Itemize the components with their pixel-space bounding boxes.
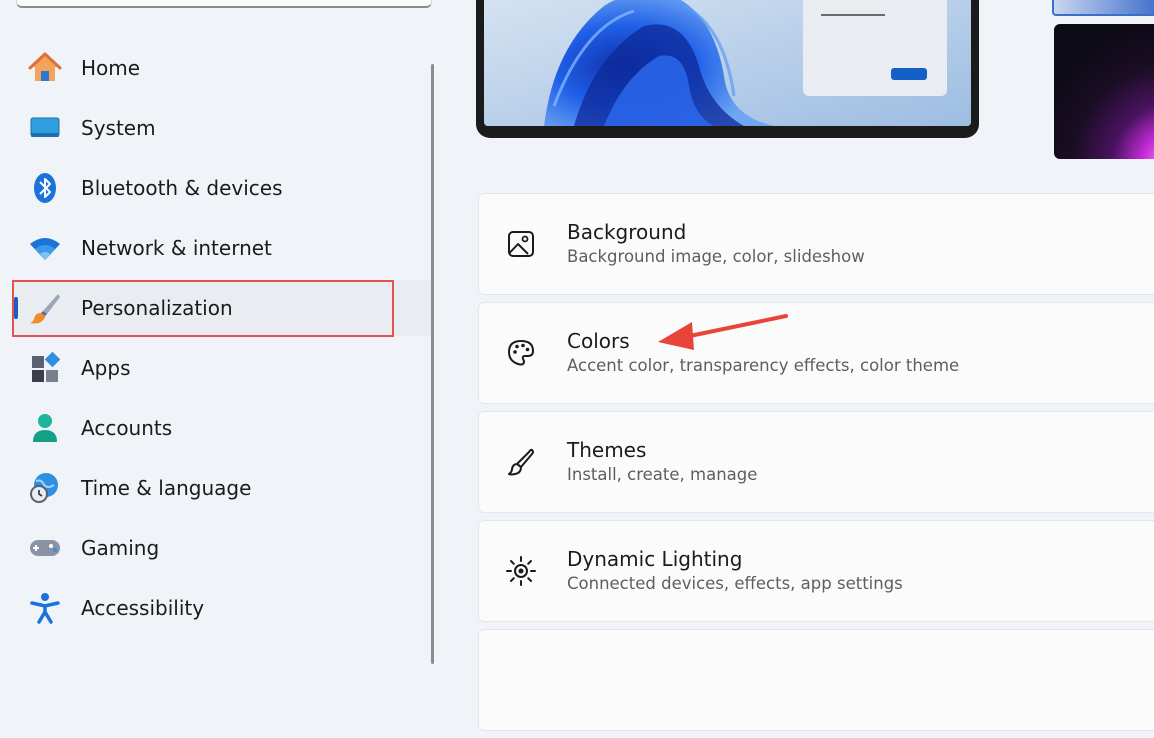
setting-colors[interactable]: Colors Accent color, transparency effect…	[478, 302, 1154, 404]
paintbrush-icon	[28, 291, 62, 325]
sidebar-item-label: Time & language	[81, 476, 252, 500]
sidebar-item-gaming[interactable]: Gaming	[14, 520, 432, 576]
accessibility-icon	[28, 591, 62, 625]
sidebar-item-bluetooth[interactable]: Bluetooth & devices	[14, 160, 432, 216]
personalization-settings-list: Background Background image, color, slid…	[478, 193, 1154, 738]
image-icon	[505, 228, 537, 260]
sidebar-item-label: System	[81, 116, 156, 140]
sidebar-item-time-language[interactable]: Time & language	[14, 460, 432, 516]
active-indicator	[14, 297, 18, 319]
setting-title: Colors	[567, 329, 630, 353]
wifi-icon	[28, 231, 62, 265]
theme-thumbnail-selected[interactable]	[1052, 0, 1154, 16]
setting-title: Themes	[567, 438, 647, 462]
bluetooth-icon	[28, 171, 62, 205]
sidebar-item-label: Bluetooth & devices	[81, 176, 283, 200]
gamepad-icon	[28, 531, 62, 565]
sidebar-item-label: Accessibility	[81, 596, 205, 620]
setting-subtitle: Install, create, manage	[567, 465, 758, 484]
setting-dynamic-lighting[interactable]: Dynamic Lighting Connected devices, effe…	[478, 520, 1154, 622]
sun-icon	[505, 555, 537, 587]
preview-window	[803, 0, 947, 96]
setting-title: Dynamic Lighting	[567, 547, 743, 571]
sidebar-item-label: Gaming	[81, 536, 160, 560]
sidebar-item-label: Accounts	[81, 416, 173, 440]
sidebar-item-label: Network & internet	[81, 236, 272, 260]
home-icon	[28, 51, 62, 85]
globe-clock-icon	[28, 471, 62, 505]
brush-icon	[505, 446, 537, 478]
sidebar-item-personalization[interactable]: Personalization	[14, 280, 432, 336]
apps-icon	[28, 351, 62, 385]
sidebar: Home System Bluetooth & devices Network …	[0, 0, 436, 664]
setting-subtitle: Accent color, transparency effects, colo…	[567, 356, 960, 375]
main-content: Background Background image, color, slid…	[436, 0, 1154, 731]
system-icon	[28, 111, 62, 145]
palette-icon	[505, 337, 537, 369]
sidebar-item-apps[interactable]: Apps	[14, 340, 432, 396]
sidebar-item-label: Personalization	[81, 296, 233, 320]
sidebar-item-label: Home	[81, 56, 141, 80]
setting-subtitle: Connected devices, effects, app settings	[567, 574, 903, 593]
setting-title: Background	[567, 220, 687, 244]
sidebar-item-label: Apps	[81, 356, 131, 380]
sidebar-scrollbar[interactable]	[431, 64, 434, 664]
sidebar-item-network[interactable]: Network & internet	[14, 220, 432, 276]
account-icon	[28, 411, 62, 445]
search-input[interactable]	[16, 0, 432, 8]
setting-themes[interactable]: Themes Install, create, manage	[478, 411, 1154, 513]
theme-preview	[476, 0, 979, 138]
desktop-wallpaper-preview	[484, 0, 971, 126]
setting-next-partial[interactable]	[478, 629, 1154, 731]
sidebar-item-home[interactable]: Home	[14, 40, 432, 96]
navigation-menu: Home System Bluetooth & devices Network …	[14, 40, 432, 640]
theme-thumbnail[interactable]	[1054, 24, 1154, 159]
setting-background[interactable]: Background Background image, color, slid…	[478, 193, 1154, 295]
sidebar-item-accessibility[interactable]: Accessibility	[14, 580, 432, 636]
sidebar-item-system[interactable]: System	[14, 100, 432, 156]
setting-subtitle: Background image, color, slideshow	[567, 247, 865, 266]
sidebar-item-accounts[interactable]: Accounts	[14, 400, 432, 456]
